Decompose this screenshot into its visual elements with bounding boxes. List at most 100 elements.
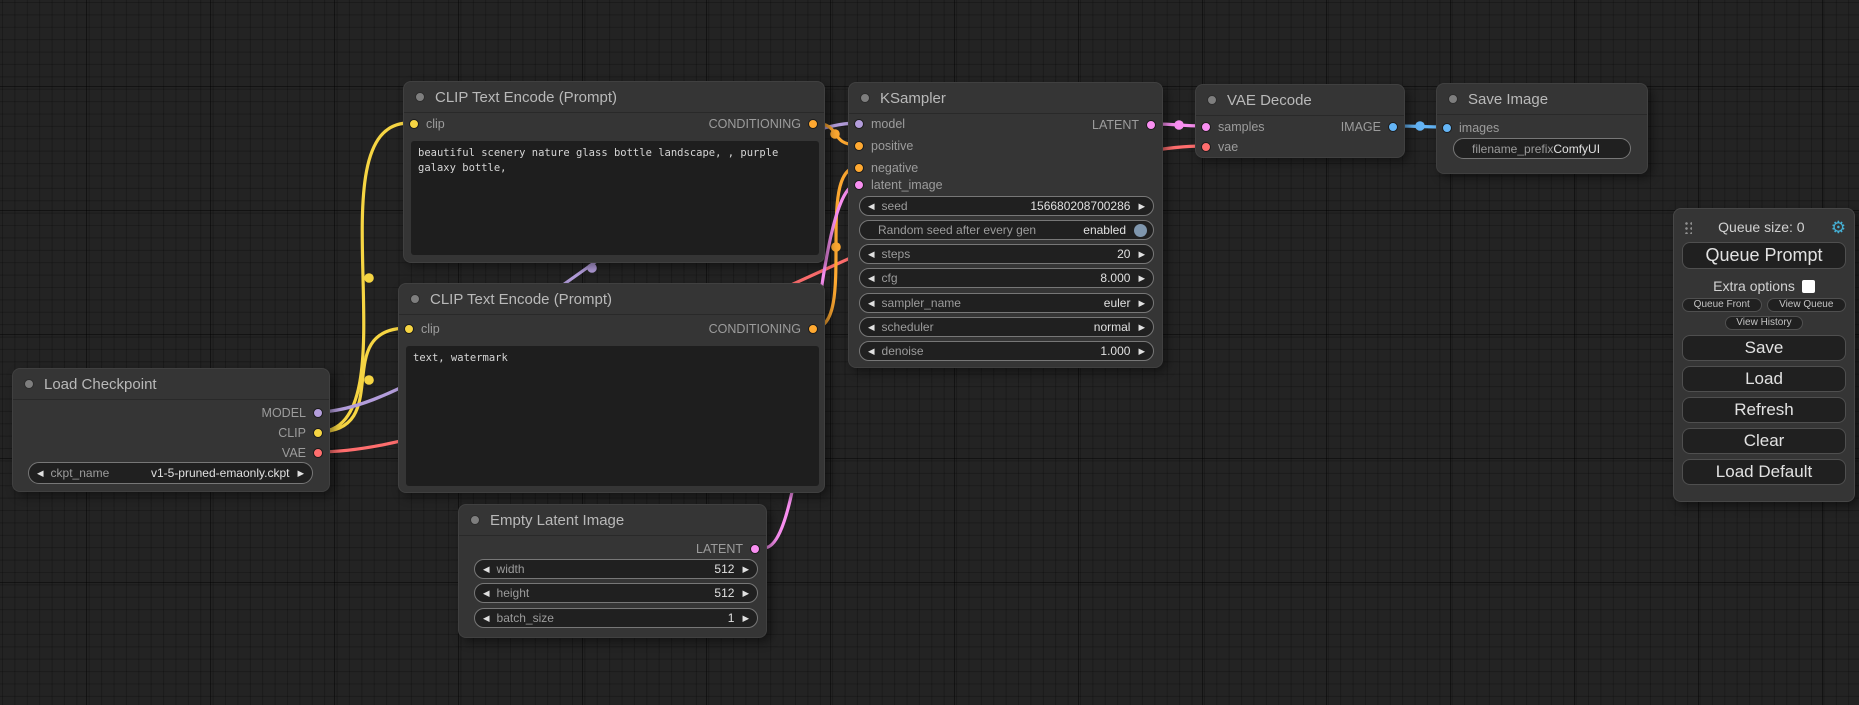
output-port-image[interactable] [1388,122,1398,132]
refresh-button[interactable]: Refresh [1682,397,1846,423]
steps-widget[interactable]: ◀ steps 20 ▶ [859,244,1154,264]
cfg-widget[interactable]: ◀ cfg 8.000 ▶ [859,268,1154,288]
node-title-bar[interactable]: Load Checkpoint [13,369,329,400]
queue-front-button[interactable]: Queue Front [1682,298,1762,312]
drag-handle-icon[interactable] [1684,221,1692,234]
input-port-images[interactable] [1442,123,1452,133]
node-title-bar[interactable]: KSampler [849,83,1162,114]
output-port-clip[interactable] [313,428,323,438]
collapse-dot-icon[interactable] [24,379,34,389]
left-arrow-icon[interactable]: ◀ [868,299,875,308]
extra-options-checkbox[interactable] [1802,280,1815,293]
link-midpoint-dot [830,129,840,139]
port-label: MODEL [262,406,306,420]
input-port-samples[interactable] [1201,122,1211,132]
right-arrow-icon[interactable]: ▶ [1138,299,1145,308]
node-title-bar[interactable]: Save Image [1437,84,1647,115]
node-vae-decode[interactable]: VAE Decode samples vae IMAGE [1195,84,1405,158]
left-arrow-icon[interactable]: ◀ [37,469,44,478]
port-label: CONDITIONING [709,117,801,131]
output-port-latent[interactable] [750,544,760,554]
random-seed-widget[interactable]: Random seed after every gen enabled [859,220,1154,240]
node-title: KSampler [880,90,946,107]
output-port-vae[interactable] [313,448,323,458]
node-clip-text-encode-positive[interactable]: CLIP Text Encode (Prompt) clip CONDITION… [403,81,825,263]
scheduler-widget[interactable]: ◀ scheduler normal ▶ [859,317,1154,337]
view-history-button[interactable]: View History [1725,316,1803,330]
gear-icon[interactable]: ⚙ [1831,219,1846,236]
port-label: negative [871,161,918,175]
input-port-positive[interactable] [854,141,864,151]
right-arrow-icon[interactable]: ▶ [742,589,749,598]
input-port-latent-image[interactable] [854,180,864,190]
output-port-model[interactable] [313,408,323,418]
output-port-conditioning[interactable] [808,119,818,129]
node-clip-text-encode-negative[interactable]: CLIP Text Encode (Prompt) clip CONDITION… [398,283,825,493]
left-arrow-icon[interactable]: ◀ [483,565,490,574]
right-arrow-icon[interactable]: ▶ [1138,274,1145,283]
collapse-dot-icon[interactable] [410,294,420,304]
port-label: images [1459,121,1499,135]
left-arrow-icon[interactable]: ◀ [868,347,875,356]
node-title-bar[interactable]: CLIP Text Encode (Prompt) [399,284,824,315]
left-arrow-icon[interactable]: ◀ [483,589,490,598]
load-button[interactable]: Load [1682,366,1846,392]
right-arrow-icon[interactable]: ▶ [1138,323,1145,332]
input-port-vae[interactable] [1201,142,1211,152]
queue-prompt-button[interactable]: Queue Prompt [1682,242,1846,269]
prompt-textarea[interactable]: text, watermark [406,346,819,486]
output-port-latent[interactable] [1146,120,1156,130]
link-midpoint-dot [831,242,841,252]
node-empty-latent-image[interactable]: Empty Latent Image LATENT ◀ width 512 ▶ … [458,504,767,638]
port-label: IMAGE [1341,120,1381,134]
clear-button[interactable]: Clear [1682,428,1846,454]
output-port-conditioning[interactable] [808,324,818,334]
prompt-textarea[interactable]: beautiful scenery nature glass bottle la… [411,141,819,255]
right-arrow-icon[interactable]: ▶ [1138,250,1145,259]
node-title-bar[interactable]: VAE Decode [1196,85,1404,116]
right-arrow-icon[interactable]: ▶ [1138,347,1145,356]
collapse-dot-icon[interactable] [470,515,480,525]
port-label: CONDITIONING [709,322,801,336]
node-title-bar[interactable]: CLIP Text Encode (Prompt) [404,82,824,113]
left-arrow-icon[interactable]: ◀ [868,323,875,332]
left-arrow-icon[interactable]: ◀ [868,202,875,211]
left-arrow-icon[interactable]: ◀ [868,274,875,283]
load-default-button[interactable]: Load Default [1682,459,1846,485]
port-label: model [871,117,905,131]
height-widget[interactable]: ◀ height 512 ▶ [474,583,758,603]
right-arrow-icon[interactable]: ▶ [742,614,749,623]
right-arrow-icon[interactable]: ▶ [742,565,749,574]
input-port-clip[interactable] [404,324,414,334]
collapse-dot-icon[interactable] [1207,95,1217,105]
node-save-image[interactable]: Save Image images filename_prefix ComfyU… [1436,83,1648,174]
node-title-bar[interactable]: Empty Latent Image [459,505,766,536]
link-midpoint-dot [587,263,597,273]
ckpt-name-widget[interactable]: ◀ ckpt_name v1-5-pruned-emaonly.ckpt ▶ [28,462,313,484]
link-midpoint-dot [364,375,374,385]
input-port-negative[interactable] [854,163,864,173]
node-title: Save Image [1468,91,1548,108]
denoise-widget[interactable]: ◀ denoise 1.000 ▶ [859,341,1154,361]
port-label: clip [421,322,440,336]
seed-widget[interactable]: ◀ seed 156680208700286 ▶ [859,196,1154,216]
collapse-dot-icon[interactable] [415,92,425,102]
right-arrow-icon[interactable]: ▶ [1138,202,1145,211]
input-port-model[interactable] [854,119,864,129]
node-load-checkpoint[interactable]: Load Checkpoint MODEL CLIP VAE ◀ ckpt_na… [12,368,330,492]
node-ksampler[interactable]: KSampler model positive negative latent_… [848,82,1163,368]
graph-canvas[interactable]: CLIP Text Encode (Prompt) clip CONDITION… [0,0,1859,705]
right-arrow-icon[interactable]: ▶ [297,469,304,478]
left-arrow-icon[interactable]: ◀ [483,614,490,623]
sampler-name-widget[interactable]: ◀ sampler_name euler ▶ [859,293,1154,313]
left-arrow-icon[interactable]: ◀ [868,250,875,259]
batch-size-widget[interactable]: ◀ batch_size 1 ▶ [474,608,758,628]
view-queue-button[interactable]: View Queue [1767,298,1847,312]
collapse-dot-icon[interactable] [1448,94,1458,104]
toggle-circle-icon[interactable] [1134,224,1147,237]
save-button[interactable]: Save [1682,335,1846,361]
input-port-clip[interactable] [409,119,419,129]
width-widget[interactable]: ◀ width 512 ▶ [474,559,758,579]
collapse-dot-icon[interactable] [860,93,870,103]
filename-prefix-widget[interactable]: filename_prefix ComfyUI [1453,138,1631,159]
